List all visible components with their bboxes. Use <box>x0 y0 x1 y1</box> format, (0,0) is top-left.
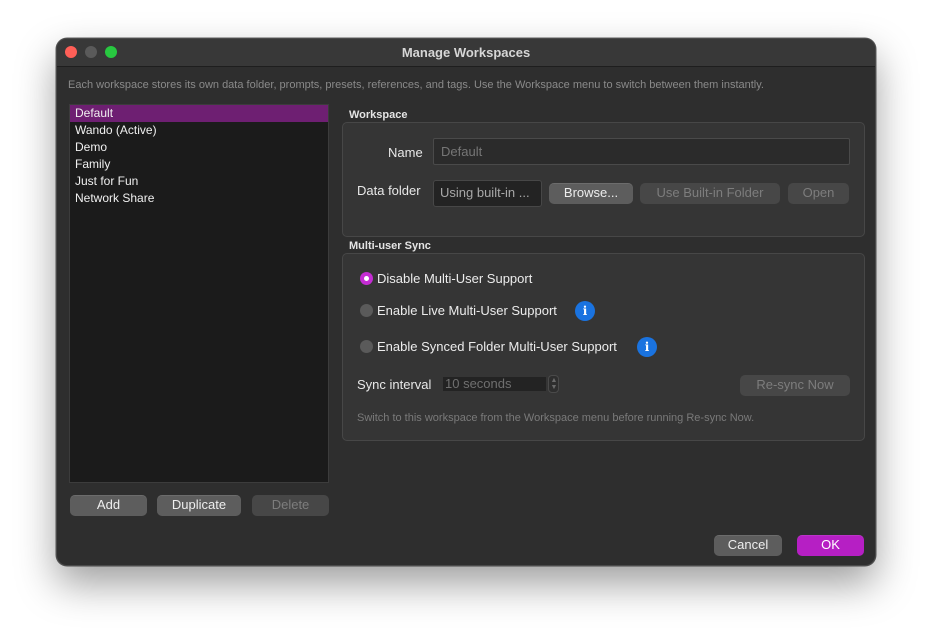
name-label: Name <box>388 145 423 160</box>
add-workspace-button[interactable]: Add <box>70 495 147 516</box>
resync-hint: Switch to this workspace from the Worksp… <box>357 412 755 424</box>
synced-folder-info-icon[interactable]: i <box>637 337 657 357</box>
live-multiuser-label[interactable]: Enable Live Multi-User Support <box>377 303 557 318</box>
data-folder-path: Using built-in ... <box>433 180 542 207</box>
sync-interval-label: Sync interval <box>357 377 432 392</box>
use-builtin-folder-button[interactable]: Use Built-in Folder <box>640 183 780 204</box>
workspace-list-item[interactable]: Default <box>70 105 328 122</box>
workspace-list-item[interactable]: Network Share <box>70 190 328 207</box>
sync-interval-input[interactable]: 10 seconds <box>443 377 546 391</box>
manage-workspaces-window: Manage Workspaces Each workspace stores … <box>56 38 876 566</box>
data-folder-label: Data folder <box>357 183 421 198</box>
cancel-button[interactable]: Cancel <box>714 535 782 556</box>
workspace-list-item[interactable]: Demo <box>70 139 328 156</box>
workspace-list[interactable]: Default Wando (Active) Demo Family Just … <box>69 104 329 483</box>
sync-interval-stepper[interactable]: ▲ ▼ <box>548 375 559 393</box>
duplicate-workspace-button[interactable]: Duplicate <box>157 495 241 516</box>
live-multiuser-radio[interactable] <box>360 304 373 317</box>
stepper-down-icon[interactable]: ▼ <box>550 384 558 392</box>
window-description: Each workspace stores its own data folde… <box>68 79 764 91</box>
disable-multiuser-label[interactable]: Disable Multi-User Support <box>377 271 532 286</box>
browse-button[interactable]: Browse... <box>549 183 633 204</box>
window-title: Manage Workspaces <box>401 45 531 60</box>
synced-folder-multiuser-label[interactable]: Enable Synced Folder Multi-User Support <box>377 339 617 354</box>
title-bar: Manage Workspaces <box>57 39 875 67</box>
resync-now-button[interactable]: Re-sync Now <box>740 375 850 396</box>
workspace-group: Name Default Data folder Using built-in … <box>342 122 865 237</box>
workspace-list-item[interactable]: Family <box>70 156 328 173</box>
workspace-list-item[interactable]: Wando (Active) <box>70 122 328 139</box>
workspace-name-input[interactable]: Default <box>433 138 850 165</box>
sync-section-heading: Multi-user Sync <box>349 240 431 252</box>
delete-workspace-button[interactable]: Delete <box>252 495 329 516</box>
ok-button[interactable]: OK <box>797 535 864 556</box>
synced-folder-multiuser-radio[interactable] <box>360 340 373 353</box>
workspace-list-item[interactable]: Just for Fun <box>70 173 328 190</box>
workspace-section-heading: Workspace <box>349 109 408 121</box>
open-folder-button[interactable]: Open <box>788 183 849 204</box>
disable-multiuser-radio[interactable] <box>360 272 373 285</box>
live-multiuser-info-icon[interactable]: i <box>575 301 595 321</box>
sync-group: Disable Multi-User Support Enable Live M… <box>342 253 865 441</box>
